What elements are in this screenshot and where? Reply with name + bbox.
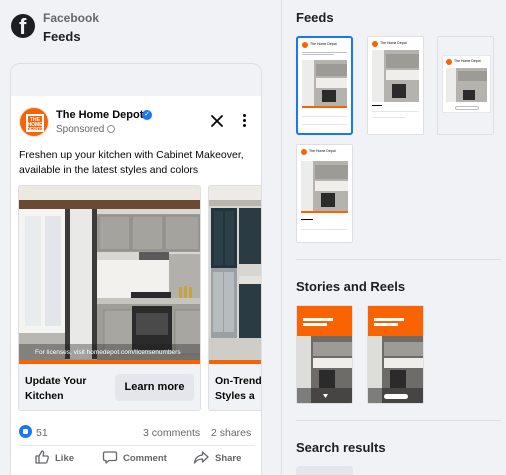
divider	[19, 445, 255, 446]
kitchen-image: For licenses, visit homedepot.com/licens…	[19, 186, 200, 364]
share-label: Share	[215, 453, 242, 464]
placement-title: Feeds	[43, 29, 81, 44]
placements-panel: Feeds The Home Depot The Home Depot The …	[282, 0, 506, 475]
mini-page-name: The Home Depot	[380, 41, 407, 45]
reaction-count[interactable]: 51	[36, 427, 48, 439]
like-label: Like	[55, 453, 75, 464]
carousel-card[interactable]: On-Trend Styles a	[208, 185, 261, 411]
placement-thumbnail-reels[interactable]	[367, 305, 424, 404]
ad-post: THE HOME DEPOT The Home Depot ✓ Sponsore…	[11, 96, 261, 475]
share-icon	[193, 451, 209, 464]
globe-icon	[107, 125, 115, 133]
like-icon	[35, 450, 49, 464]
share-button[interactable]: Share	[193, 449, 253, 469]
close-icon[interactable]	[210, 114, 224, 128]
like-reaction-icon	[19, 425, 32, 438]
section-title-feeds: Feeds	[296, 10, 334, 25]
page-name[interactable]: The Home Depot	[56, 109, 143, 121]
thumbnail-image	[368, 306, 423, 403]
card-headline: Update Your Kitchen	[25, 375, 87, 402]
section-title-stories-and-reels: Stories and Reels	[296, 279, 406, 294]
card-headline: On-Trend Styles a	[215, 375, 261, 402]
mini-page-name: The Home Depot	[454, 59, 481, 63]
thumbnail-image	[302, 60, 347, 106]
placement-thumbnail-marketplace[interactable]: The Home Depot	[296, 144, 353, 243]
more-vertical-icon[interactable]	[241, 114, 247, 130]
section-divider	[296, 420, 501, 421]
facebook-logo-icon: f	[11, 14, 35, 38]
thumbnail-image	[297, 306, 352, 403]
comment-button[interactable]: Comment	[102, 449, 174, 469]
preview-pane: f Facebook Feeds THE HOME DEPOT The Home…	[0, 0, 281, 475]
verified-badge-icon: ✓	[142, 110, 152, 120]
mini-page-name: The Home Depot	[309, 149, 336, 153]
avatar[interactable]: THE HOME DEPOT	[19, 107, 49, 137]
thumbnail-image	[301, 161, 348, 211]
like-button[interactable]: Like	[34, 449, 84, 469]
avatar-logo-text: THE HOME DEPOT	[26, 117, 44, 133]
thumbnail-image	[372, 50, 419, 102]
placement-thumbnail-facebook-feed[interactable]: The Home Depot	[296, 36, 353, 135]
card-caption: Update Your Kitchen Learn more	[19, 364, 200, 410]
carousel-card[interactable]: For licenses, visit homedepot.com/licens…	[18, 185, 201, 411]
platform-label: Facebook	[43, 11, 100, 25]
learn-more-button[interactable]: Learn more	[115, 374, 194, 401]
comment-label: Comment	[123, 453, 167, 464]
license-overlay-text: For licenses, visit homedepot.com/licens…	[35, 349, 181, 356]
section-title-search-results: Search results	[296, 440, 386, 455]
comment-icon	[102, 451, 118, 464]
kitchen-image	[209, 186, 261, 364]
thumbnail-image	[446, 68, 487, 102]
sponsored-label: Sponsored	[56, 124, 105, 135]
primary-text: Freshen up your kitchen with Cabinet Mak…	[19, 149, 244, 176]
section-divider	[296, 259, 501, 260]
placement-thumbnail-instagram-feed[interactable]: The Home Depot	[367, 36, 424, 135]
mini-page-name: The Home Depot	[310, 42, 337, 46]
comments-count[interactable]: 3 comments	[143, 427, 200, 439]
placement-thumbnail-stories[interactable]	[296, 305, 353, 404]
card-caption: On-Trend Styles a	[209, 364, 261, 410]
shares-count[interactable]: 2 shares	[211, 427, 251, 439]
placement-thumbnail-search[interactable]	[296, 466, 353, 475]
placement-thumbnail-right-column[interactable]: The Home Depot	[437, 36, 494, 135]
